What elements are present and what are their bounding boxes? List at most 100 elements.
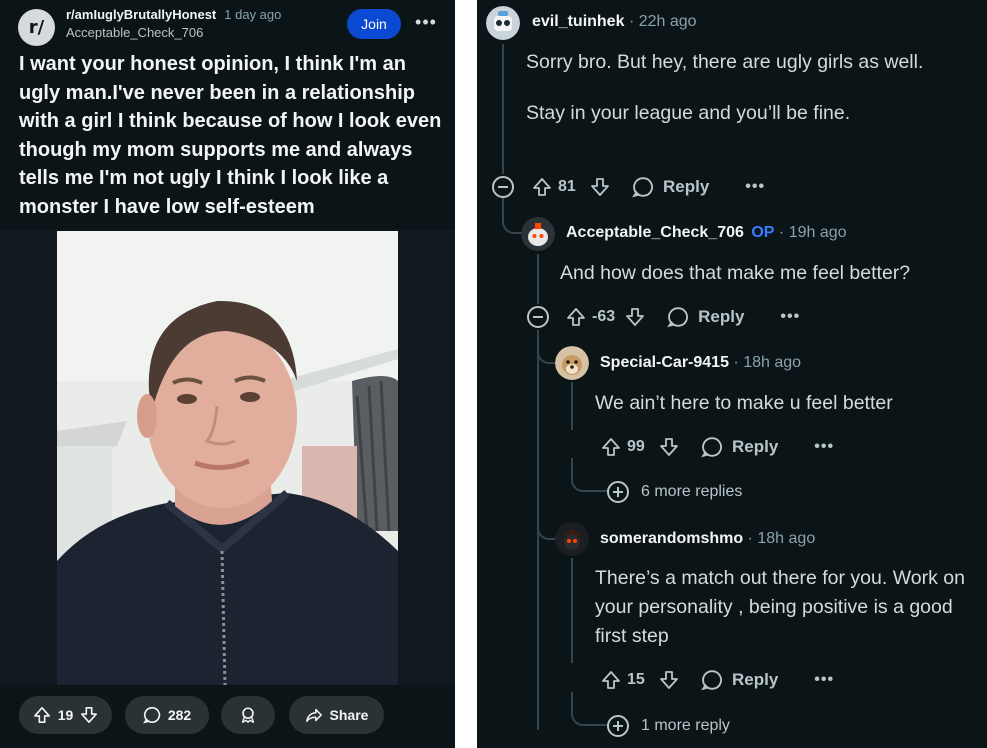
comment-header: evil_tuinhek · 22h ago	[532, 13, 697, 31]
post-more-button[interactable]: •••	[413, 9, 439, 35]
subreddit-avatar[interactable]: r/	[18, 9, 55, 46]
upvote-icon[interactable]	[566, 307, 586, 327]
comment-paragraph: And how does that make me feel better?	[560, 262, 911, 284]
comment-icon	[701, 437, 722, 458]
comment-icon	[667, 307, 689, 328]
vote-pill: 19	[19, 696, 112, 734]
downvote-icon[interactable]	[659, 437, 679, 457]
comment-paragraph: Stay in your league and you’ll be fine.	[526, 102, 851, 124]
separator: ·	[778, 224, 785, 241]
thread-line	[571, 558, 573, 663]
comment-actions: 15 Reply •••	[601, 669, 834, 691]
comment-icon	[142, 706, 160, 724]
separator: ·	[747, 530, 753, 547]
downvote-icon[interactable]	[659, 670, 679, 690]
comment-score: 99	[627, 438, 645, 455]
post-time: 1 day ago	[224, 7, 282, 22]
thread-curve	[537, 500, 557, 540]
reply-button[interactable]: Reply	[667, 306, 744, 328]
reply-label: Reply	[663, 177, 710, 196]
reply-button[interactable]: Reply	[701, 436, 778, 458]
comment-icon	[701, 670, 722, 691]
comment-body: Sorry bro. But hey, there are ugly girls…	[526, 48, 966, 128]
award-button[interactable]	[221, 696, 275, 734]
comment-time: 22h ago	[638, 13, 697, 30]
upvote-icon[interactable]	[601, 437, 621, 457]
comment-time: 18h ago	[757, 530, 816, 547]
comment-icon	[632, 177, 653, 198]
plus-icon	[607, 481, 629, 503]
comment-body: There’s a match out there for you. Work …	[595, 564, 980, 651]
downvote-icon[interactable]	[625, 307, 645, 327]
comments-panel: evil_tuinhek · 22h ago Sorry bro. But he…	[477, 0, 987, 748]
more-options-button[interactable]: •••	[814, 671, 834, 689]
comment-score: 81	[558, 178, 576, 195]
comment-author[interactable]: Acceptable_Check_706	[566, 224, 744, 241]
comment-score: 15	[627, 671, 645, 688]
more-options-button[interactable]: •••	[780, 308, 800, 326]
award-icon	[241, 707, 255, 723]
comment-paragraph: Sorry bro. But hey, there are ugly girls…	[526, 51, 924, 73]
comment-author[interactable]: evil_tuinhek	[532, 13, 624, 30]
avatar[interactable]	[555, 522, 589, 556]
reply-label: Reply	[732, 437, 779, 456]
thread-line	[502, 44, 504, 174]
avatar[interactable]	[486, 6, 520, 40]
thread-curve	[537, 330, 557, 364]
comment-body: And how does that make me feel better?	[560, 259, 970, 288]
comment-actions: 81 Reply •••	[532, 176, 765, 198]
more-replies-button[interactable]: 1 more reply	[607, 715, 730, 737]
avatar[interactable]	[555, 346, 589, 380]
reply-label: Reply	[732, 670, 779, 689]
thread-curve	[502, 196, 522, 234]
comment-paragraph: There’s a match out there for you. Work …	[595, 567, 965, 647]
comment-author[interactable]: Special-Car-9415	[600, 354, 729, 371]
more-replies-button[interactable]: 6 more replies	[607, 481, 742, 503]
more-options-button[interactable]: •••	[814, 438, 834, 456]
comment-actions: -63 Reply •••	[566, 306, 800, 328]
comments-button[interactable]: 282	[125, 696, 209, 734]
more-replies-label: 6 more replies	[641, 483, 743, 500]
share-button[interactable]: Share	[289, 696, 384, 734]
comment-score: -63	[592, 308, 616, 325]
comment-paragraph: We ain’t here to make u feel better	[595, 392, 893, 414]
post-panel: r/ r/amIuglyBrutallyHonest 1 day ago Acce…	[0, 0, 455, 748]
share-label: Share	[329, 707, 369, 723]
downvote-icon[interactable]	[80, 706, 98, 724]
comment-count: 282	[167, 707, 192, 723]
comment-author[interactable]: somerandomshmo	[600, 530, 743, 547]
more-replies-label: 1 more reply	[641, 717, 730, 734]
thread-line	[537, 254, 539, 304]
post-title[interactable]: I want your honest opinion, I think I'm …	[19, 50, 447, 222]
upvote-icon[interactable]	[532, 177, 552, 197]
post-score: 19	[57, 707, 74, 723]
comment-time: 18h ago	[743, 354, 802, 371]
avatar[interactable]	[521, 217, 555, 251]
comment-time: 19h ago	[788, 224, 847, 241]
reply-button[interactable]: Reply	[701, 669, 778, 691]
post-image[interactable]	[57, 231, 398, 685]
subreddit-line: r/amIuglyBrutallyHonest 1 day ago	[66, 7, 281, 22]
collapse-icon[interactable]	[527, 306, 549, 328]
join-button[interactable]: Join	[347, 9, 401, 39]
separator: ·	[628, 13, 635, 30]
downvote-icon[interactable]	[590, 177, 610, 197]
comment-header: Special-Car-9415 · 18h ago	[600, 354, 801, 372]
comment-header: Acceptable_Check_706 OP · 19h ago	[566, 224, 847, 242]
subreddit-name[interactable]: r/amIuglyBrutallyHonest	[66, 7, 216, 22]
separator: ·	[733, 354, 739, 371]
more-options-button[interactable]: •••	[745, 178, 765, 196]
upvote-icon[interactable]	[601, 670, 621, 690]
thread-line	[571, 382, 573, 430]
comment-body: We ain’t here to make u feel better	[595, 389, 975, 418]
upvote-icon[interactable]	[33, 706, 51, 724]
post-action-bar: 19 282 Share	[0, 686, 455, 748]
reply-button[interactable]: Reply	[632, 176, 709, 198]
collapse-icon[interactable]	[492, 176, 514, 198]
share-icon	[305, 708, 322, 723]
post-author[interactable]: Acceptable_Check_706	[66, 25, 203, 40]
op-badge: OP	[751, 224, 775, 241]
plus-icon	[607, 715, 629, 737]
thread-curve	[571, 458, 607, 492]
comment-header: somerandomshmo · 18h ago	[600, 530, 815, 548]
